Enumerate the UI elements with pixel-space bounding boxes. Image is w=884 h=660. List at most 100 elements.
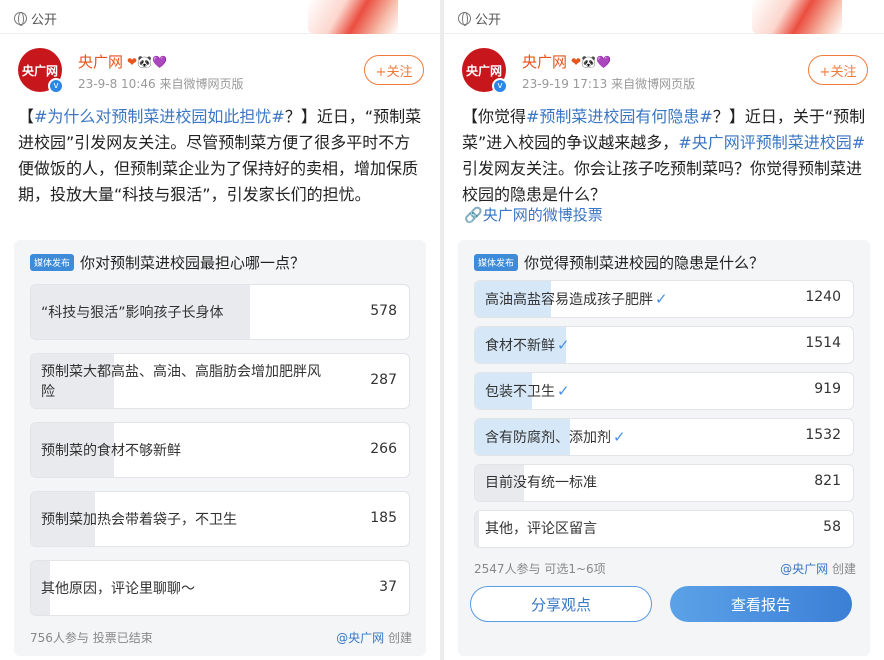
poll-card: 媒体发布 你觉得预制菜进校园的隐患是什么？ 高油高盐容易造成孩子肥胖 ✓ 1240… bbox=[458, 240, 870, 656]
poll-link-text: 央广网的微博投票 bbox=[482, 206, 603, 224]
globe-icon bbox=[458, 12, 471, 26]
post-header: 央广网 v 央广网 ❤🐼💜 23-9-8 10:46 来自微博网页版 +关注 bbox=[18, 48, 424, 98]
post-bracket: 【 bbox=[18, 107, 35, 126]
visibility-bar: 公开 bbox=[444, 0, 884, 34]
poll-option-count: 185 bbox=[370, 510, 397, 526]
right-weibo-post: 公开 央广网 v 央广网 ❤🐼💜 23-9-19 17:13 来自微博网页版 +… bbox=[444, 0, 884, 660]
poll-option-count: 58 bbox=[823, 519, 841, 535]
verified-icon: v bbox=[492, 78, 508, 94]
poll-question-text: 你觉得预制菜进校园的隐患是什么？ bbox=[524, 254, 765, 272]
poll-question: 媒体发布 你对预制菜进校园最担心哪一点？ bbox=[30, 252, 305, 273]
poll-option-count: 37 bbox=[379, 579, 397, 595]
time-text: 23-9-19 17:13 bbox=[522, 77, 608, 91]
poll-option-count: 1532 bbox=[805, 427, 841, 443]
poll-option-label: 食材不新鲜 ✓ bbox=[485, 335, 570, 356]
source-text: 来自微博网页版 bbox=[611, 77, 696, 91]
option-text: 包装不卫生 bbox=[485, 384, 555, 400]
option-text: 含有防腐剂、添加剂 bbox=[485, 430, 611, 446]
option-text: 高油高盐容易造成孩子肥胖 bbox=[485, 292, 653, 308]
option-text: 食材不新鲜 bbox=[485, 338, 555, 354]
post-time: 23-9-8 10:46 来自微博网页版 bbox=[78, 75, 243, 92]
check-icon: ✓ bbox=[557, 382, 570, 400]
post-text: 【你觉得#预制菜进校园有何隐患#？】近日，关于“预制菜”进入校园的争议越来越多，… bbox=[462, 104, 868, 208]
poll-option[interactable]: 预制菜的食材不够新鲜 266 bbox=[30, 422, 410, 478]
poll-option-count: 287 bbox=[370, 372, 397, 388]
poll-creator: @央广网 创建 bbox=[336, 629, 412, 646]
time-text: 23-9-8 10:46 bbox=[78, 77, 156, 91]
poll-card: 媒体发布 你对预制菜进校园最担心哪一点？ “科技与狠活”影响孩子长身体 578 … bbox=[14, 240, 426, 656]
poll-option-count: 266 bbox=[370, 441, 397, 457]
post-text: 【#为什么对预制菜进校园如此担忧#？】近日，“预制菜进校园”引发网友关注。尽管预… bbox=[18, 104, 424, 208]
poll-option-label: 预制菜的食材不够新鲜 bbox=[41, 443, 181, 459]
visibility-bar: 公开 bbox=[0, 0, 440, 34]
poll-option-count: 1514 bbox=[805, 335, 841, 351]
account-name[interactable]: 央广网 ❤🐼💜 bbox=[78, 51, 167, 72]
post-body-end: 引发网友关注。你会让孩子吃预制菜吗？你觉得预制菜进校园的隐患是什么？ bbox=[462, 159, 863, 204]
poll-option-label: 预制菜加热会带着袋子，不卫生 bbox=[41, 512, 237, 528]
check-icon: ✓ bbox=[655, 290, 668, 308]
poll-option[interactable]: “科技与狠活”影响孩子长身体 578 bbox=[30, 284, 410, 340]
poll-footer-stats: 2547人参与 可选1~6项 bbox=[474, 562, 606, 576]
account-name[interactable]: 央广网 ❤🐼💜 bbox=[522, 51, 611, 72]
visibility-label: 公开 bbox=[14, 9, 57, 28]
hashtag-link[interactable]: #央广网评预制菜进校园# bbox=[678, 133, 865, 152]
poll-option[interactable]: 预制菜大都高盐、高油、高脂肪会增加肥胖风险 287 bbox=[30, 353, 410, 409]
left-weibo-post: 公开 央广网 v 央广网 ❤🐼💜 23-9-8 10:46 来自微博网页版 +关… bbox=[0, 0, 440, 660]
poll-option-count: 821 bbox=[814, 473, 841, 489]
poll-option[interactable]: 高油高盐容易造成孩子肥胖 ✓ 1240 bbox=[474, 280, 854, 318]
visibility-text: 公开 bbox=[31, 13, 58, 28]
poll-option-label: 预制菜大都高盐、高油、高脂肪会增加肥胖风险 bbox=[41, 364, 321, 400]
media-badge: 媒体发布 bbox=[30, 254, 75, 271]
badge-icons: ❤🐼💜 bbox=[571, 54, 611, 69]
check-icon: ✓ bbox=[557, 336, 570, 354]
poll-option-count: 578 bbox=[370, 303, 397, 319]
poll-option[interactable]: 食材不新鲜 ✓ 1514 bbox=[474, 326, 854, 364]
post-bracket: 【你觉得 bbox=[462, 107, 527, 126]
poll-option-label: 含有防腐剂、添加剂 ✓ bbox=[485, 427, 626, 448]
poll-option-label: 高油高盐容易造成孩子肥胖 ✓ bbox=[485, 289, 668, 310]
poll-option[interactable]: 含有防腐剂、添加剂 ✓ 1532 bbox=[474, 418, 854, 456]
poll-question-text: 你对预制菜进校园最担心哪一点？ bbox=[80, 254, 306, 272]
account-name-text: 央广网 bbox=[522, 53, 568, 71]
poll-footer-stats: 756人参与 投票已结束 bbox=[30, 631, 153, 645]
account-name-text: 央广网 bbox=[78, 53, 124, 71]
globe-icon bbox=[14, 12, 27, 26]
source-text: 来自微博网页版 bbox=[159, 77, 244, 91]
poll-option[interactable]: 目前没有统一标准 821 bbox=[474, 464, 854, 502]
post-header: 央广网 v 央广网 ❤🐼💜 23-9-19 17:13 来自微博网页版 +关注 bbox=[462, 48, 868, 98]
follow-button[interactable]: +关注 bbox=[808, 55, 868, 85]
poll-link[interactable]: 🔗央广网的微博投票 bbox=[464, 204, 603, 225]
poll-option-bar bbox=[475, 511, 479, 547]
poll-option[interactable]: 包装不卫生 ✓ 919 bbox=[474, 372, 854, 410]
creator-link[interactable]: @央广网 bbox=[780, 562, 828, 576]
check-icon: ✓ bbox=[613, 428, 626, 446]
poll-option[interactable]: 其他原因，评论里聊聊～ 37 bbox=[30, 560, 410, 616]
poll-option-count: 919 bbox=[814, 381, 841, 397]
poll-creator: @央广网 创建 bbox=[780, 560, 856, 577]
creator-link[interactable]: @央广网 bbox=[336, 631, 384, 645]
badge-icons: ❤🐼💜 bbox=[127, 54, 167, 69]
creator-suffix: 创建 bbox=[384, 631, 412, 645]
poll-question: 媒体发布 你觉得预制菜进校园的隐患是什么？ bbox=[474, 252, 764, 273]
visibility-label: 公开 bbox=[458, 9, 501, 28]
post-time: 23-9-19 17:13 来自微博网页版 bbox=[522, 75, 695, 92]
poll-option[interactable]: 其他，评论区留言 58 bbox=[474, 510, 854, 548]
view-report-button[interactable]: 查看报告 bbox=[670, 586, 852, 622]
poll-option-label: 包装不卫生 ✓ bbox=[485, 381, 570, 402]
poll-option-count: 1240 bbox=[805, 289, 841, 305]
poll-option-label: 其他，评论区留言 bbox=[485, 521, 597, 537]
hashtag-link[interactable]: #预制菜进校园有何隐患# bbox=[526, 107, 713, 126]
media-badge: 媒体发布 bbox=[474, 254, 519, 271]
link-icon: 🔗 bbox=[464, 206, 483, 224]
poll-option-label: “科技与狠活”影响孩子长身体 bbox=[41, 305, 224, 321]
follow-button[interactable]: +关注 bbox=[364, 55, 424, 85]
poll-option-label: 目前没有统一标准 bbox=[485, 475, 597, 491]
poll-option-label: 其他原因，评论里聊聊～ bbox=[41, 581, 195, 597]
hashtag-link[interactable]: #为什么对预制菜进校园如此担忧# bbox=[34, 107, 285, 126]
visibility-text: 公开 bbox=[475, 13, 502, 28]
poll-option[interactable]: 预制菜加热会带着袋子，不卫生 185 bbox=[30, 491, 410, 547]
avatar-text: 央广网 bbox=[465, 63, 502, 78]
verified-icon: v bbox=[48, 78, 64, 94]
share-opinion-button[interactable]: 分享观点 bbox=[470, 586, 652, 622]
avatar-text: 央广网 bbox=[21, 63, 58, 78]
